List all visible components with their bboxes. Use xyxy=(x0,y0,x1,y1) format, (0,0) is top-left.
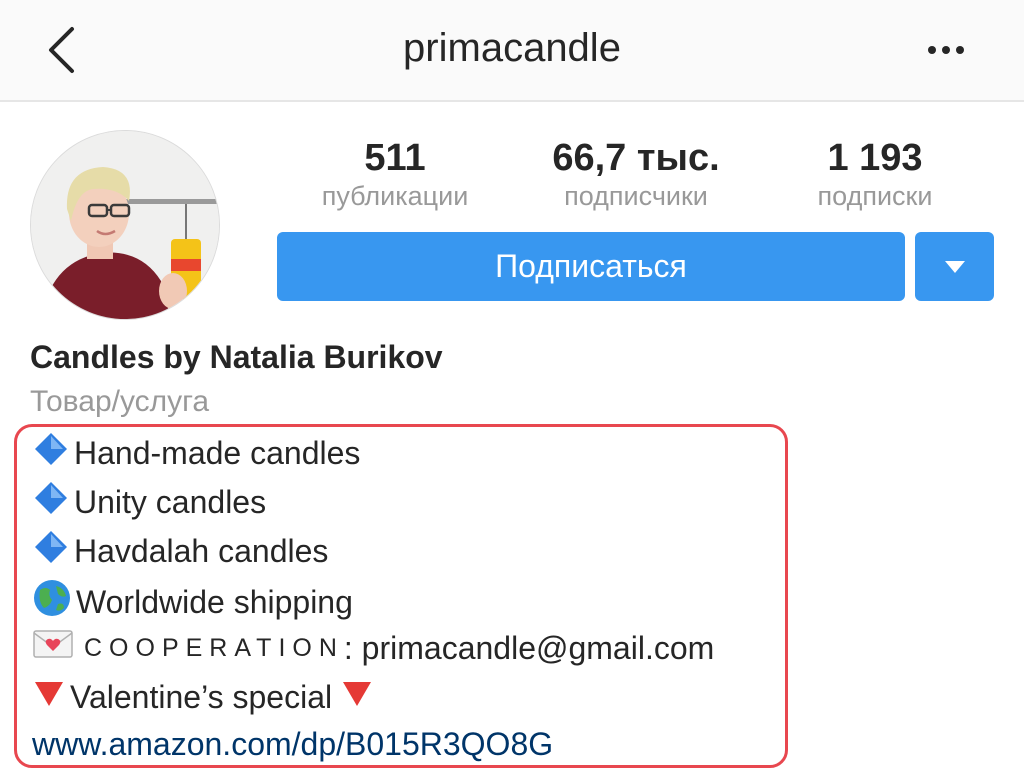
triangle-down-icon xyxy=(944,260,965,273)
posts-stat[interactable]: 511 публикации xyxy=(300,138,490,212)
bio-line-text: Hand-made candles xyxy=(74,434,361,471)
followers-count: 66,7 тыс. xyxy=(552,137,720,179)
bio-line-text: Worldwide shipping xyxy=(76,583,353,620)
more-options-button[interactable] xyxy=(918,30,974,70)
bio-line-text: Valentine’s special xyxy=(70,678,333,715)
bio-line-text: Havdalah candles xyxy=(74,532,329,569)
bio-line-unity: Unity candles xyxy=(32,479,266,525)
bio-line-cooperation: COOPERATION : primacandle@gmail.com xyxy=(32,627,714,669)
more-dots-icon xyxy=(928,46,964,54)
red-triangle-down-icon xyxy=(32,676,66,718)
followers-stat[interactable]: 66,7 тыс. подписчики xyxy=(536,138,736,212)
cooperation-label: COOPERATION xyxy=(84,633,344,662)
bio-line-havdalah: Havdalah candles xyxy=(32,528,328,574)
avatar[interactable] xyxy=(30,130,220,320)
bio-line-valentine: Valentine’s special xyxy=(32,676,378,718)
suggestions-dropdown-button[interactable] xyxy=(915,232,994,301)
contact-email: : primacandle@gmail.com xyxy=(343,629,715,666)
followers-label: подписчики xyxy=(564,181,708,211)
posts-count: 511 xyxy=(364,137,426,179)
love-letter-icon xyxy=(32,627,74,669)
follow-button-label: Подписаться xyxy=(495,248,687,284)
profile-page: primacandle 511 публикации 66,7 тыс. под… xyxy=(0,0,1024,777)
follow-button[interactable]: Подписаться xyxy=(277,232,905,301)
top-nav-bar: primacandle xyxy=(0,0,1024,102)
blue-diamond-icon xyxy=(32,430,70,476)
red-triangle-down-icon xyxy=(340,676,374,718)
bio-line-handmade: Hand-made candles xyxy=(32,430,360,476)
website-link[interactable]: www.amazon.com/dp/B015R3QO8G xyxy=(32,726,553,763)
following-label: подписки xyxy=(817,181,933,211)
blue-diamond-icon xyxy=(32,528,70,574)
blue-diamond-icon xyxy=(32,479,70,525)
following-stat[interactable]: 1 193 подписки xyxy=(780,138,970,212)
globe-icon xyxy=(32,578,72,626)
bio-line-text: Unity candles xyxy=(74,483,267,520)
following-count: 1 193 xyxy=(827,137,923,179)
bio-line-shipping: Worldwide shipping xyxy=(32,578,353,626)
profile-category: Товар/услуга xyxy=(30,385,210,418)
posts-label: публикации xyxy=(321,181,469,211)
profile-name: Candles by Natalia Burikov xyxy=(30,339,443,375)
profile-photo xyxy=(31,131,219,319)
username-title: primacandle xyxy=(403,26,621,70)
